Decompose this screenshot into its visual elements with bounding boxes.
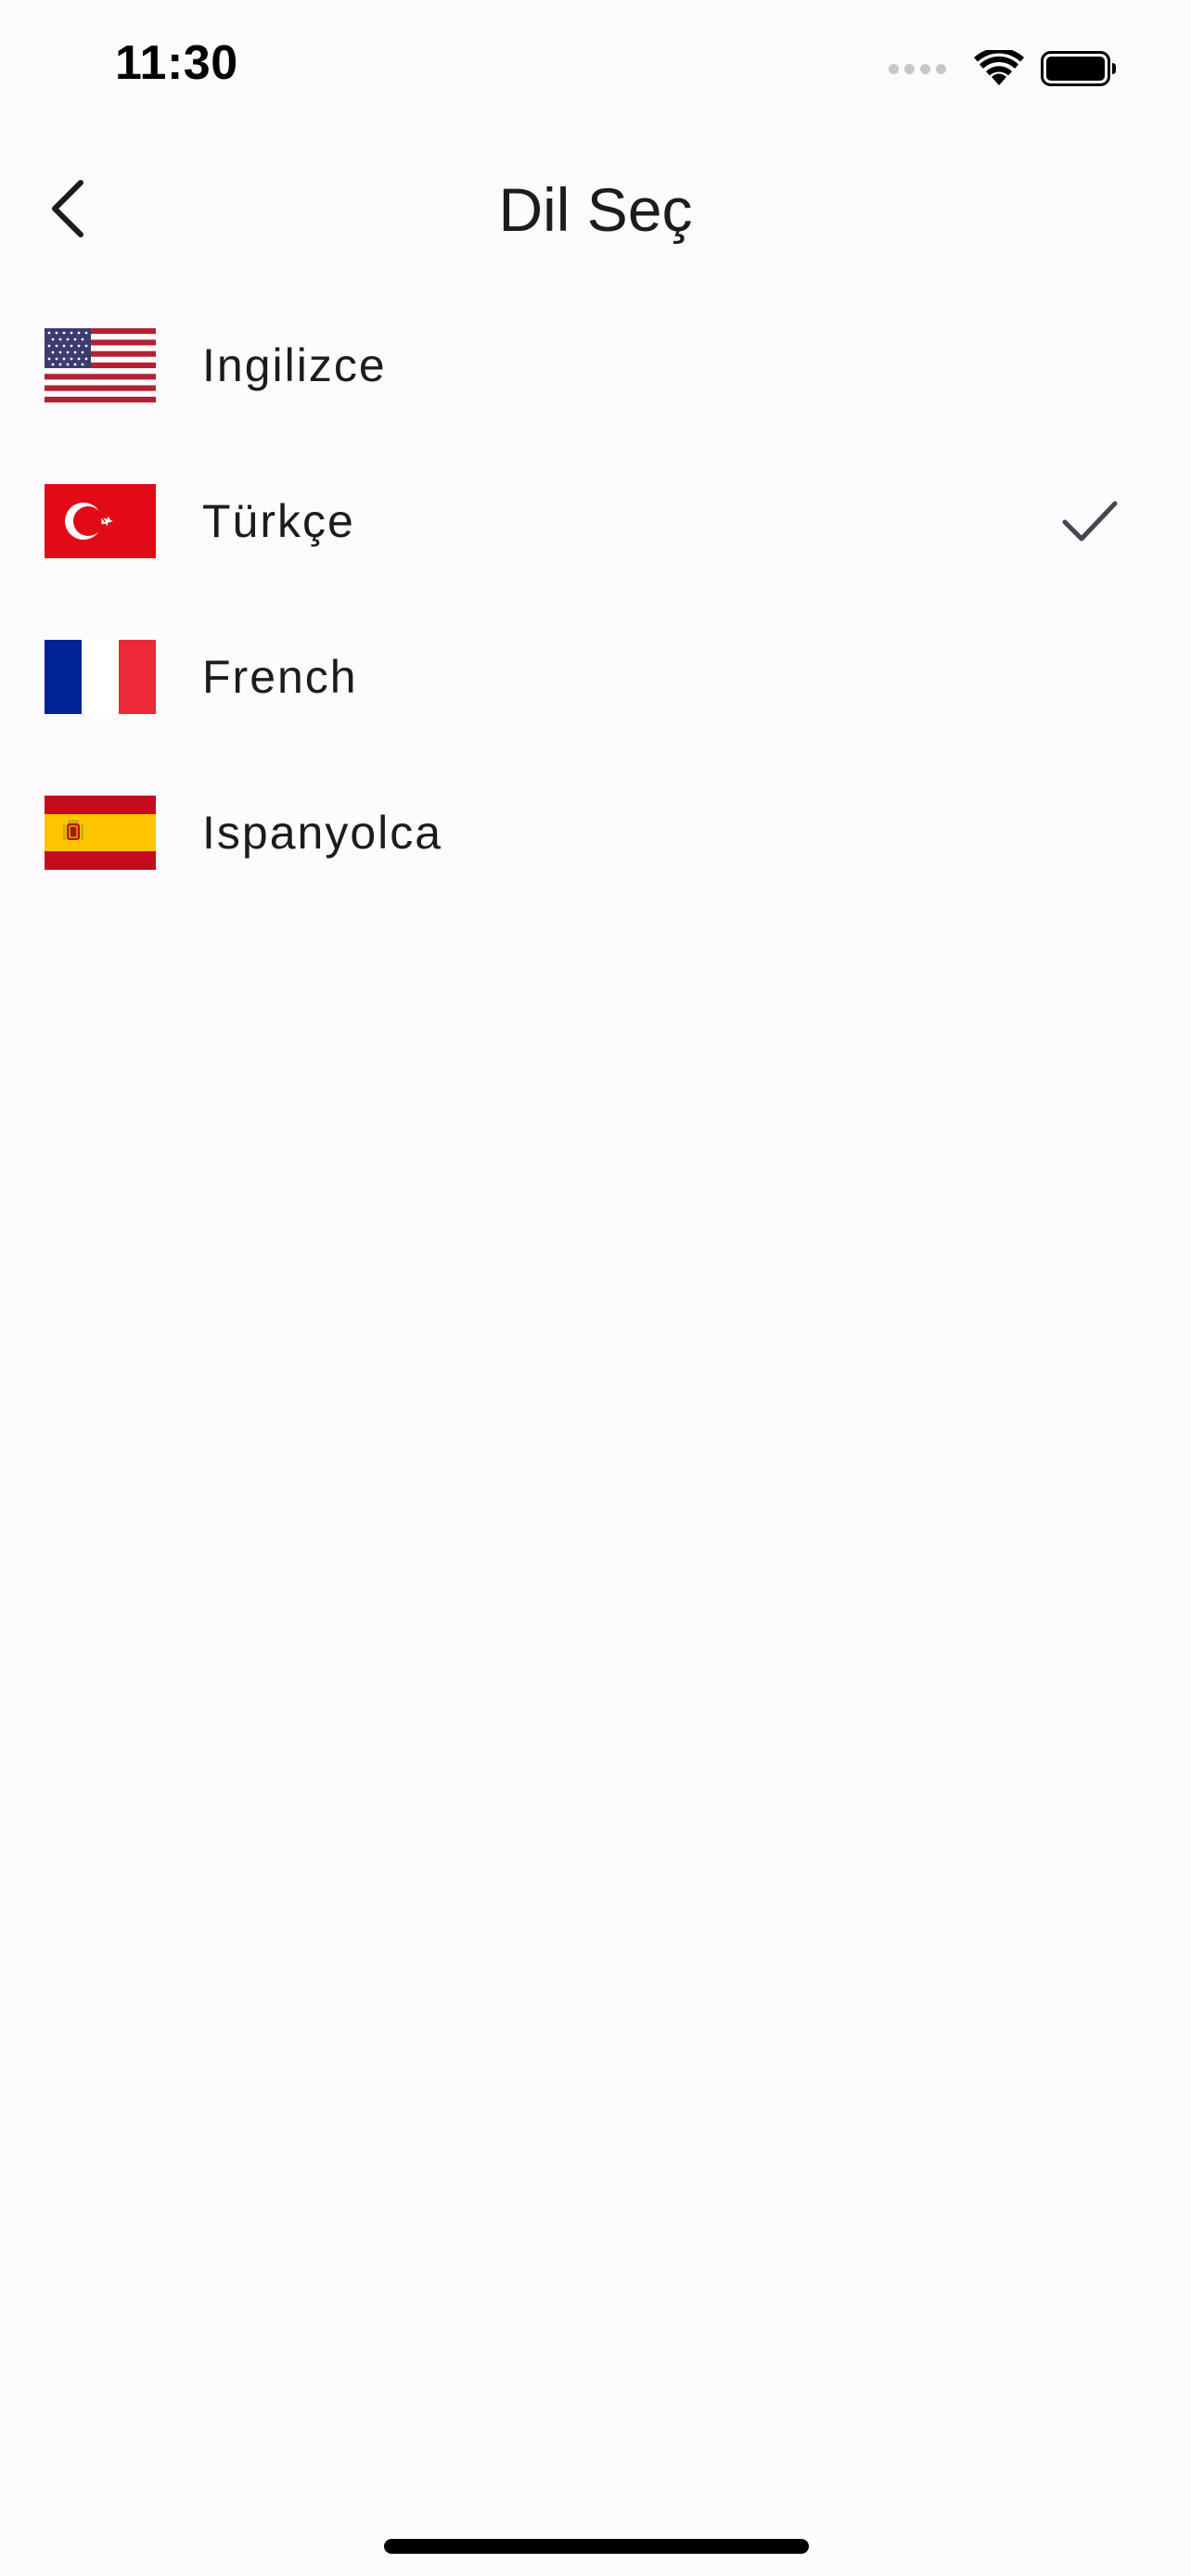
status-bar: 11:30 xyxy=(0,0,1191,139)
language-label: Ispanyolca xyxy=(202,807,443,859)
language-label: Ingilizce xyxy=(202,339,387,391)
language-item-english[interactable]: Ingilizce xyxy=(0,287,1191,443)
turkey-flag-icon xyxy=(45,484,156,558)
language-label: Türkçe xyxy=(202,495,355,547)
battery-icon xyxy=(1041,50,1117,87)
page-title: Dil Seç xyxy=(498,175,693,244)
language-list: Ingilizce Türkçe French Ispanyolca xyxy=(0,287,1191,911)
language-item-french[interactable]: French xyxy=(0,599,1191,755)
check-icon xyxy=(1061,498,1119,544)
spain-flag-icon xyxy=(45,796,156,870)
language-item-turkish[interactable]: Türkçe xyxy=(0,443,1191,599)
status-time: 11:30 xyxy=(115,36,238,90)
home-indicator[interactable] xyxy=(384,2539,809,2554)
wifi-icon xyxy=(974,50,1024,87)
status-icons xyxy=(889,48,1117,89)
us-flag-icon xyxy=(45,328,156,402)
app-bar: Dil Seç xyxy=(0,158,1191,260)
cellular-signal-icon xyxy=(889,63,946,74)
france-flag-icon xyxy=(45,640,156,714)
language-label: French xyxy=(202,651,358,703)
language-item-spanish[interactable]: Ispanyolca xyxy=(0,755,1191,911)
